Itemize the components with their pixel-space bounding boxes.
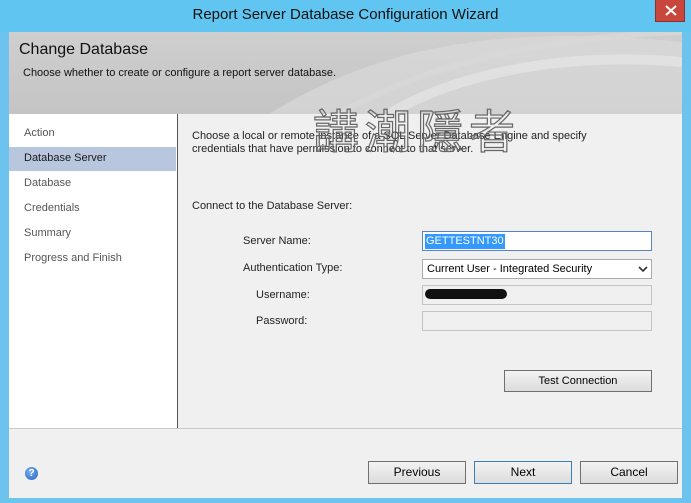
next-button[interactable]: Next: [474, 461, 572, 484]
help-icon[interactable]: ?: [25, 467, 38, 480]
nav-item-database-server[interactable]: Database Server: [9, 147, 176, 171]
nav-item-database[interactable]: Database: [9, 172, 176, 196]
auth-type-dropdown[interactable]: Current User - Integrated Security: [422, 259, 652, 279]
page-subtitle: Choose whether to create or configure a …: [23, 67, 337, 79]
server-name-value: GETTESTNT30: [425, 234, 505, 249]
previous-button[interactable]: Previous: [368, 461, 466, 484]
watermark-text: 講潮隱者: [313, 105, 521, 159]
cancel-button[interactable]: Cancel: [580, 461, 678, 484]
password-input[interactable]: [422, 311, 652, 331]
auth-type-label: Authentication Type:: [243, 262, 343, 274]
window-title: Report Server Database Configuration Wiz…: [192, 6, 499, 23]
section-label: Connect to the Database Server:: [192, 200, 353, 212]
wizard-body: Change Database Choose whether to create…: [9, 32, 682, 498]
nav-item-summary[interactable]: Summary: [9, 222, 176, 246]
chevron-down-icon: [638, 266, 648, 273]
auth-type-value: Current User - Integrated Security: [427, 263, 593, 275]
page-title: Change Database: [19, 41, 148, 58]
server-name-input[interactable]: GETTESTNT30: [422, 231, 652, 251]
server-name-label: Server Name:: [243, 235, 311, 247]
test-connection-button[interactable]: Test Connection: [504, 370, 652, 392]
username-label: Username:: [256, 289, 310, 301]
wizard-steps-nav: Action Database Server Database Credenti…: [9, 114, 178, 428]
redacted-username: [425, 289, 507, 299]
watermark-stamp: 講潮隱者: [312, 104, 521, 159]
nav-item-action[interactable]: Action: [9, 122, 176, 146]
nav-item-credentials[interactable]: Credentials: [9, 197, 176, 221]
nav-item-progress-and-finish[interactable]: Progress and Finish: [9, 247, 176, 271]
password-label: Password:: [256, 315, 308, 327]
username-input[interactable]: [422, 285, 652, 305]
close-icon: [665, 5, 677, 16]
title-bar[interactable]: Report Server Database Configuration Wiz…: [0, 0, 691, 32]
close-button[interactable]: [655, 0, 685, 22]
